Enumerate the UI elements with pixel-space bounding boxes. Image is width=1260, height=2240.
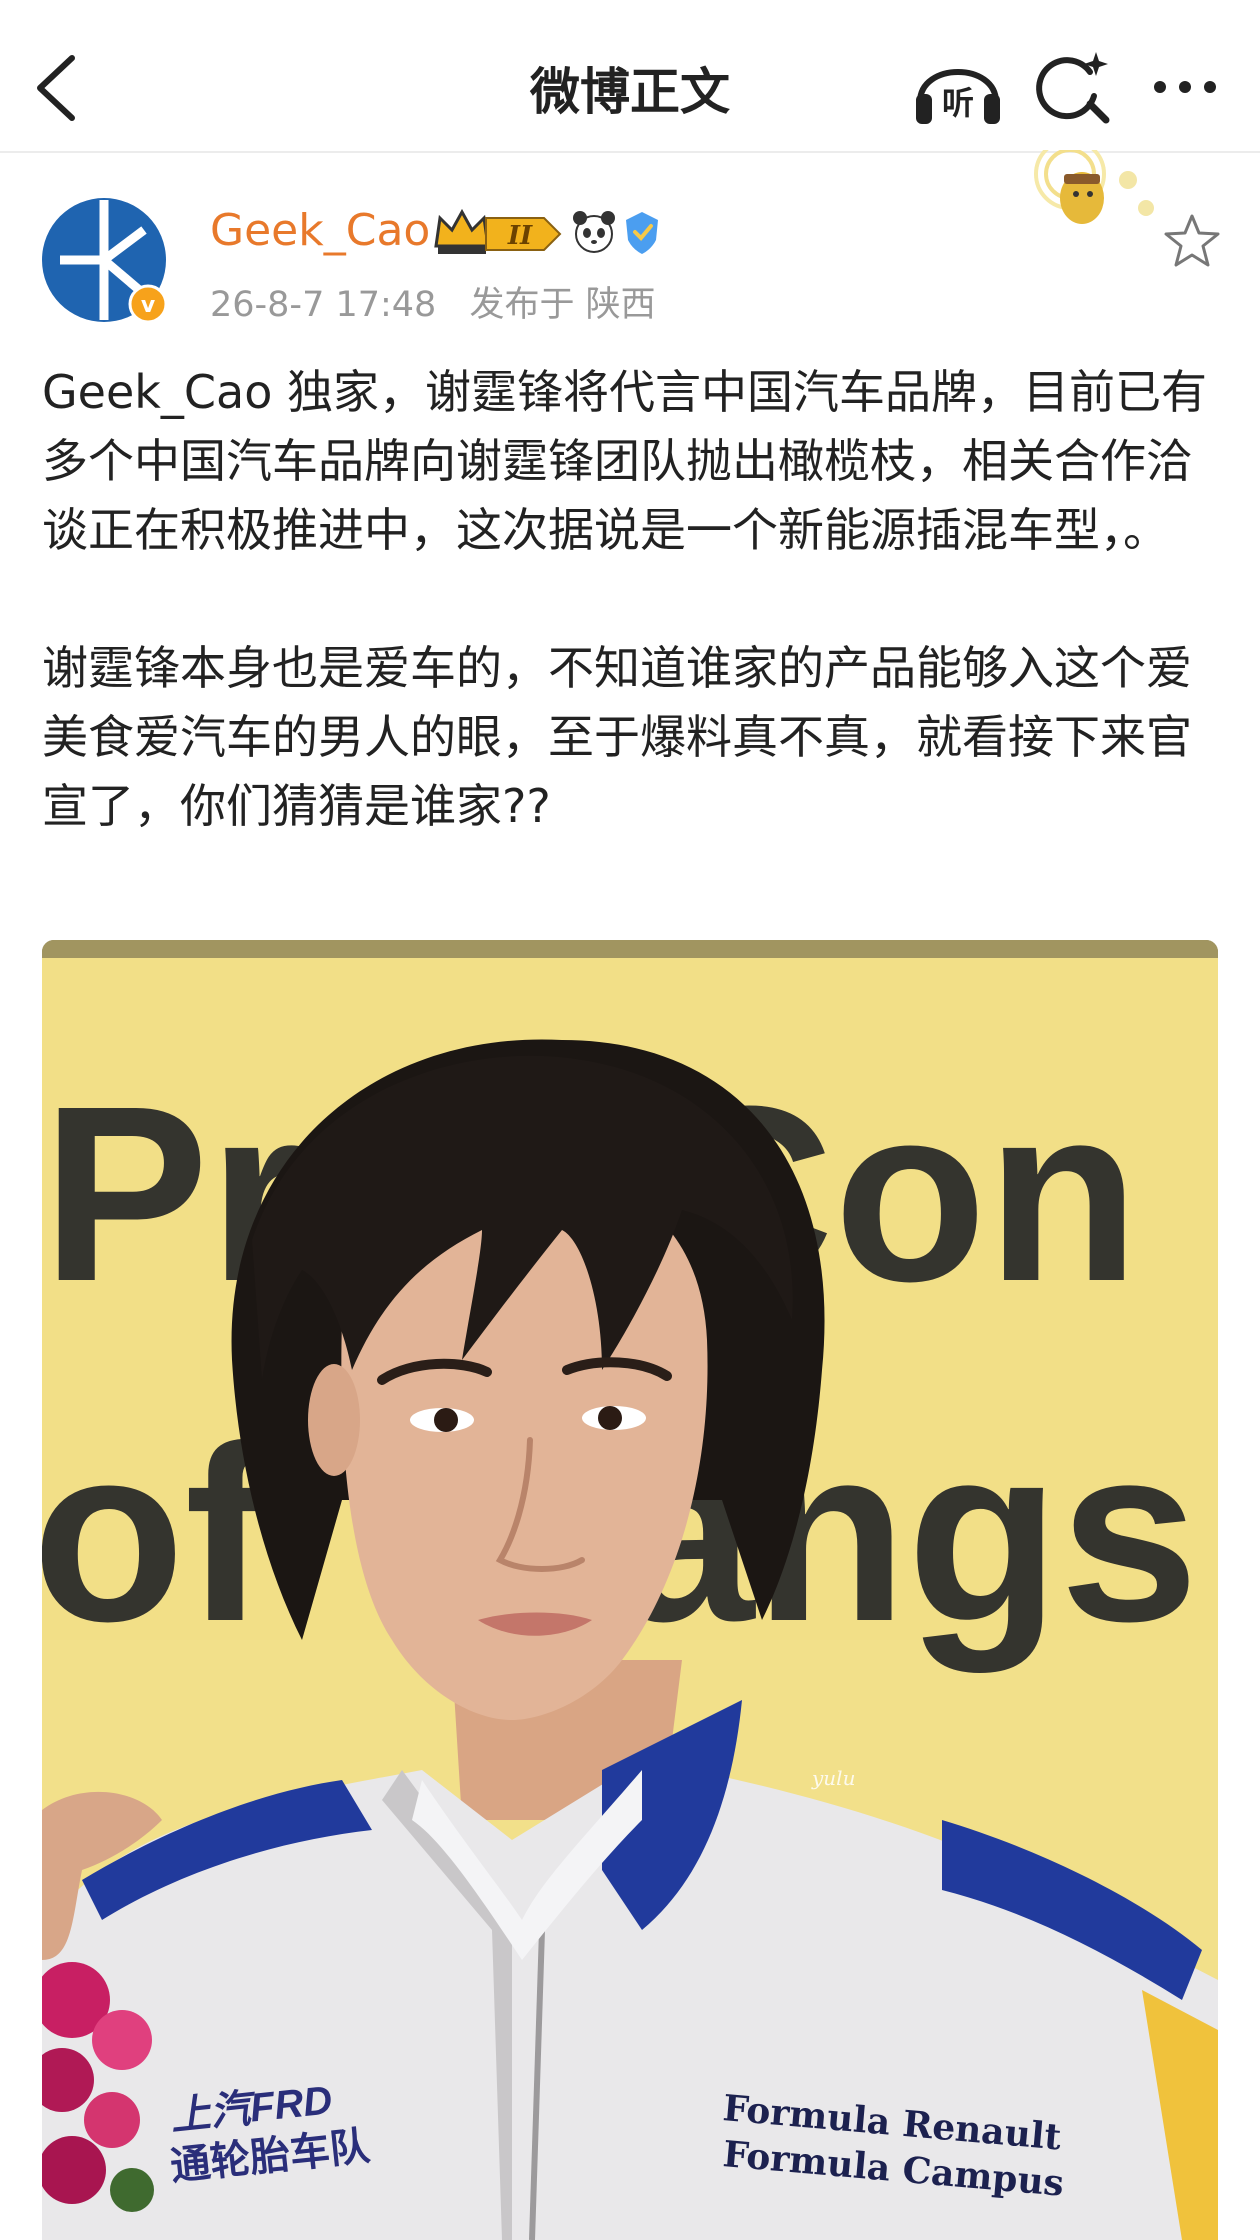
sticker-decoration — [1020, 138, 1180, 230]
shield-badge-icon — [626, 212, 658, 254]
photo-watermark: yulu — [811, 1766, 855, 1790]
panda-icon — [573, 211, 615, 253]
author-badges: II — [432, 206, 662, 258]
post-content: Geek_Cao 独家，谢霆锋将代言中国汽车品牌，目前已有多个中国汽车品牌向谢霆… — [42, 358, 1222, 841]
listen-label: 听 — [942, 84, 974, 122]
more-dots-icon — [1154, 81, 1216, 93]
author-avatar[interactable]: v — [40, 196, 168, 324]
top-navigation-bar: 微博正文 听 — [0, 0, 1260, 153]
search-sparkle-icon — [1036, 52, 1110, 124]
search-button[interactable] — [1034, 48, 1114, 128]
post-photo[interactable]: Pr Con of angs 上汽FRD 通轮胎车队 Formula Renau… — [42, 940, 1218, 2240]
headphones-icon: 听 — [916, 69, 1000, 124]
svg-text:v: v — [141, 293, 156, 318]
chevron-left-icon — [37, 55, 75, 121]
star-icon — [1164, 214, 1220, 267]
avatar-logo: v — [42, 198, 168, 324]
crown-icon — [434, 208, 490, 254]
post-timestamp: 26-8-7 17:48 — [210, 285, 437, 325]
post-location: 发布于 陕西 — [469, 285, 656, 325]
level-badge-label: II — [507, 221, 533, 251]
favorite-button[interactable] — [1162, 212, 1222, 270]
post-meta: 26-8-7 17:48 发布于 陕西 — [210, 276, 656, 327]
more-button[interactable] — [1150, 62, 1220, 112]
author-name[interactable]: Geek_Cao — [210, 205, 430, 256]
listen-button[interactable]: 听 — [912, 50, 1004, 128]
post-paragraph-1: Geek_Cao 独家，谢霆锋将代言中国汽车品牌，目前已有多个中国汽车品牌向谢霆… — [42, 365, 1207, 557]
post-paragraph-2: 谢霆锋本身也是爱车的，不知道谁家的产品能够入这个爱美食爱汽车的男人的眼，至于爆料… — [42, 641, 1192, 833]
level-badge-icon: II — [485, 217, 562, 251]
back-button[interactable] — [30, 48, 90, 128]
